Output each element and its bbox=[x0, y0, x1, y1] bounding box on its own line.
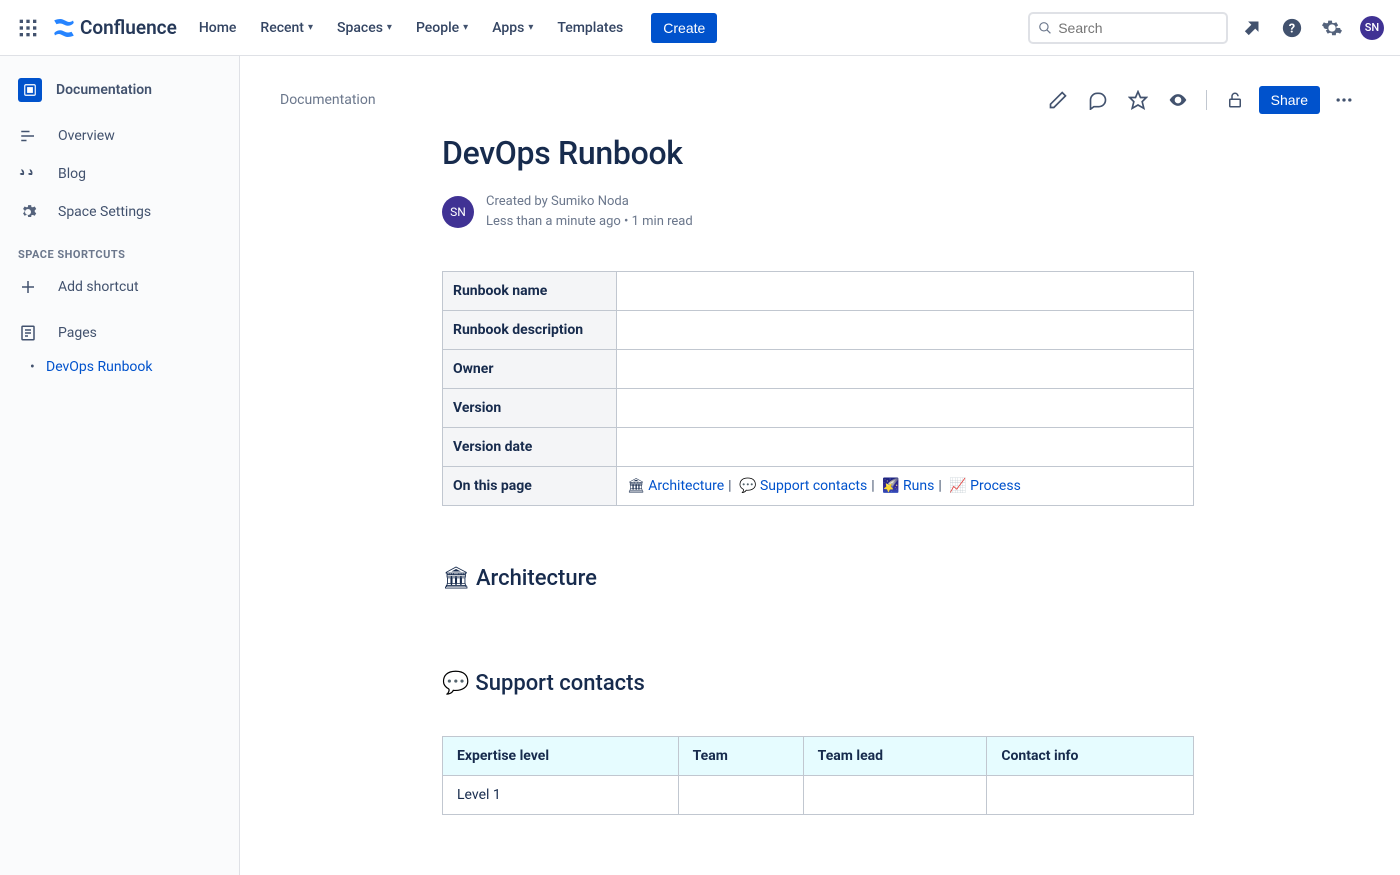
share-button[interactable]: Share bbox=[1259, 86, 1320, 114]
restrictions-icon[interactable] bbox=[1219, 84, 1251, 116]
comment-icon[interactable] bbox=[1082, 84, 1114, 116]
toc-link-process[interactable]: Process bbox=[970, 478, 1021, 494]
nav-spaces[interactable]: Spaces▾ bbox=[327, 14, 402, 42]
watch-icon[interactable] bbox=[1162, 84, 1194, 116]
app-switcher-icon[interactable] bbox=[12, 12, 44, 44]
gear-icon bbox=[18, 202, 38, 222]
search-icon bbox=[1038, 20, 1052, 36]
meta-value[interactable] bbox=[617, 311, 1194, 350]
space-icon bbox=[18, 78, 42, 102]
pages-icon bbox=[18, 323, 38, 343]
table-cell[interactable]: Level 1 bbox=[443, 776, 679, 815]
meta-label: Owner bbox=[443, 350, 617, 389]
svg-text:?: ? bbox=[1289, 21, 1295, 36]
help-icon[interactable]: ? bbox=[1276, 12, 1308, 44]
meta-label: Version date bbox=[443, 428, 617, 467]
section-support-contacts: 💬Support contacts bbox=[442, 671, 1360, 696]
overview-icon bbox=[18, 126, 38, 146]
divider bbox=[1206, 90, 1207, 110]
nav-apps[interactable]: Apps▾ bbox=[482, 14, 543, 42]
toc-link-support[interactable]: Support contacts bbox=[760, 478, 867, 494]
section-architecture: 🏛Architecture bbox=[442, 566, 1360, 591]
main-content: Documentation Share DevOps Runbook SN bbox=[240, 56, 1400, 875]
table-cell[interactable] bbox=[803, 776, 987, 815]
meta-value[interactable] bbox=[617, 350, 1194, 389]
emoji-icon: 💬 bbox=[442, 671, 469, 696]
edit-icon[interactable] bbox=[1042, 84, 1074, 116]
emoji-icon: 🏛 bbox=[627, 478, 645, 494]
emoji-icon: 💬 bbox=[739, 478, 756, 494]
meta-label: Runbook description bbox=[443, 311, 617, 350]
page-title: DevOps Runbook bbox=[442, 134, 1360, 172]
sidebar-blog[interactable]: Blog bbox=[8, 156, 231, 192]
space-name: Documentation bbox=[56, 82, 152, 98]
page-tree-item[interactable]: DevOps Runbook bbox=[8, 353, 231, 381]
nav-people[interactable]: People▾ bbox=[406, 14, 478, 42]
nav-home[interactable]: Home bbox=[189, 14, 247, 42]
sidebar-space-settings[interactable]: Space Settings bbox=[8, 194, 231, 230]
sidebar-overview[interactable]: Overview bbox=[8, 118, 231, 154]
metadata-table: Runbook name Runbook description Owner V… bbox=[442, 271, 1194, 506]
sidebar-pages[interactable]: Pages bbox=[8, 315, 231, 351]
settings-icon[interactable] bbox=[1316, 12, 1348, 44]
meta-label: Runbook name bbox=[443, 272, 617, 311]
plus-icon bbox=[18, 277, 38, 297]
confluence-logo[interactable]: Confluence bbox=[52, 16, 177, 40]
sidebar-add-shortcut[interactable]: Add shortcut bbox=[8, 269, 231, 305]
brand-name: Confluence bbox=[80, 16, 177, 39]
chevron-down-icon: ▾ bbox=[387, 22, 392, 33]
page-header-row: Documentation Share bbox=[280, 84, 1360, 116]
chevron-down-icon: ▾ bbox=[308, 22, 313, 33]
table-cell[interactable] bbox=[678, 776, 803, 815]
meta-value[interactable] bbox=[617, 272, 1194, 311]
meta-value[interactable] bbox=[617, 389, 1194, 428]
emoji-icon: 📈 bbox=[949, 478, 966, 494]
profile-avatar[interactable]: SN bbox=[1356, 12, 1388, 44]
timestamp-line: Less than a minute ago • 1 min read bbox=[486, 212, 693, 232]
col-header: Team bbox=[678, 737, 803, 776]
emoji-icon: 🌠 bbox=[882, 478, 899, 494]
meta-value[interactable] bbox=[617, 428, 1194, 467]
create-button[interactable]: Create bbox=[651, 13, 717, 43]
nav-recent[interactable]: Recent▾ bbox=[250, 14, 323, 42]
author-avatar[interactable]: SN bbox=[442, 196, 474, 228]
col-header: Expertise level bbox=[443, 737, 679, 776]
toc-link-architecture[interactable]: Architecture bbox=[648, 478, 724, 494]
star-icon[interactable] bbox=[1122, 84, 1154, 116]
search-box[interactable] bbox=[1028, 12, 1228, 44]
blog-icon bbox=[18, 164, 38, 184]
meta-label: On this page bbox=[443, 467, 617, 506]
nav-templates[interactable]: Templates bbox=[547, 14, 633, 42]
primary-nav: Home Recent▾ Spaces▾ People▾ Apps▾ Templ… bbox=[189, 14, 633, 42]
notifications-icon[interactable] bbox=[1236, 12, 1268, 44]
chevron-down-icon: ▾ bbox=[528, 22, 533, 33]
byline: SN Created by Sumiko Noda Less than a mi… bbox=[442, 192, 1360, 231]
page-actions: Share bbox=[1042, 84, 1360, 116]
toc-link-runs[interactable]: Runs bbox=[903, 478, 934, 494]
top-navigation: Confluence Home Recent▾ Spaces▾ People▾ … bbox=[0, 0, 1400, 56]
col-header: Contact info bbox=[987, 737, 1194, 776]
author-line: Created by Sumiko Noda bbox=[486, 192, 693, 212]
space-header[interactable]: Documentation bbox=[8, 76, 231, 116]
contacts-table: Expertise level Team Team lead Contact i… bbox=[442, 736, 1194, 815]
sidebar: Documentation Overview Blog Space Settin… bbox=[0, 56, 240, 875]
toc-cell: 🏛 Architecture| 💬 Support contacts| 🌠 Ru… bbox=[617, 467, 1194, 506]
chevron-down-icon: ▾ bbox=[463, 22, 468, 33]
more-actions-icon[interactable] bbox=[1328, 84, 1360, 116]
breadcrumb[interactable]: Documentation bbox=[280, 92, 376, 108]
shortcuts-heading: SPACE SHORTCUTS bbox=[8, 232, 231, 267]
emoji-icon: 🏛 bbox=[442, 566, 470, 591]
avatar-initials: SN bbox=[1360, 16, 1384, 40]
table-cell[interactable] bbox=[987, 776, 1194, 815]
search-input[interactable] bbox=[1058, 20, 1218, 36]
col-header: Team lead bbox=[803, 737, 987, 776]
meta-label: Version bbox=[443, 389, 617, 428]
